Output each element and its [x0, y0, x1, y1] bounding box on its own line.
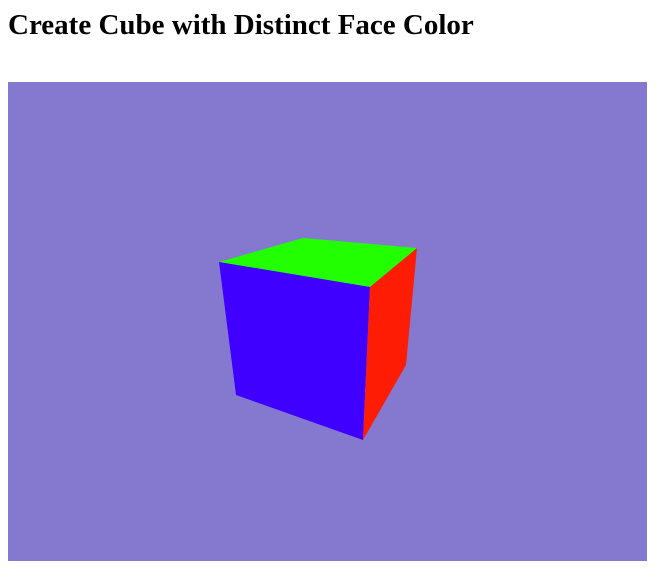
page-title: Create Cube with Distinct Face Color [8, 9, 474, 41]
cube-scene [8, 82, 647, 561]
webgl-canvas[interactable] [8, 82, 647, 561]
